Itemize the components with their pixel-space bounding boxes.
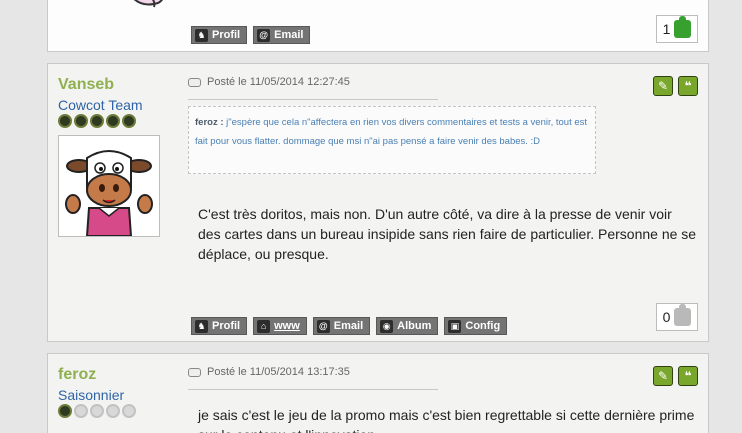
cow-rating: [58, 404, 136, 418]
album-button[interactable]: ◉ Album: [376, 317, 439, 335]
avatar[interactable]: [58, 135, 160, 237]
rating-cow-icon: [58, 404, 72, 418]
rating-cow-icon: [74, 404, 88, 418]
author-rank: Cowcot Team: [58, 97, 143, 113]
post-body: je sais c'est le jeu de la promo mais c'…: [198, 407, 695, 433]
divider: [188, 389, 438, 390]
post-body: C'est très doritos, mais non. D'un autre…: [198, 206, 697, 262]
post-date: Posté le 11/05/2014 12:27:45: [207, 76, 350, 88]
cow-rating: [58, 114, 136, 128]
cow-icon: ♞: [195, 28, 208, 42]
author-name[interactable]: feroz: [58, 366, 96, 384]
edit-button[interactable]: ✎: [653, 76, 673, 96]
like-count: 1: [662, 21, 671, 37]
cow-icon: ♞: [195, 319, 208, 333]
cow-avatar: [65, 150, 153, 236]
email-button[interactable]: @ Email: [312, 317, 371, 335]
config-icon: ▣: [448, 319, 462, 333]
at-icon: @: [316, 319, 330, 333]
author-name[interactable]: Vanseb: [58, 76, 114, 94]
author-rank: Saisonnier: [58, 387, 125, 403]
rating-cow-icon: [122, 404, 136, 418]
post-actions: ✎ ❝: [653, 366, 698, 386]
like-button[interactable]: 0: [656, 303, 698, 331]
quote-button[interactable]: ❝: [678, 366, 698, 386]
speech-bubble-icon: ❝: [684, 79, 692, 93]
post-vanseb: Vanseb Cowcot Team Posté le 11/05/2014 1…: [47, 63, 709, 342]
like-count: 0: [662, 309, 671, 325]
rating-cow-icon: [122, 114, 136, 128]
divider: [188, 99, 438, 100]
rating-cow-icon: [90, 114, 104, 128]
website-label: www: [274, 320, 300, 332]
post-date: Posté le 11/05/2014 13:17:35: [207, 366, 350, 378]
rating-cow-icon: [106, 114, 120, 128]
permalink-icon[interactable]: [188, 367, 201, 377]
email-label: Email: [274, 29, 304, 41]
rating-cow-icon: [90, 404, 104, 418]
album-label: Album: [397, 320, 432, 332]
like-button[interactable]: 1: [656, 15, 698, 43]
rating-cow-icon: [74, 114, 88, 128]
permalink-icon[interactable]: [188, 77, 201, 87]
post-feroz: feroz Saisonnier Posté le 11/05/2014 13:…: [47, 353, 709, 433]
home-icon: ⌂: [257, 319, 271, 333]
quote-text: j"espère que cela n"affectera en rien vo…: [195, 117, 588, 147]
post-meta: Posté le 11/05/2014 12:27:45: [188, 76, 350, 88]
quote-button[interactable]: ❝: [678, 76, 698, 96]
camera-icon: ◉: [380, 319, 394, 333]
edit-button[interactable]: ✎: [653, 366, 673, 386]
post-actions: ✎ ❝: [653, 76, 698, 96]
thumbs-up-icon: [674, 304, 692, 326]
pencil-icon: ✎: [657, 369, 669, 383]
email-button[interactable]: @ Email: [253, 26, 311, 44]
quote-block: feroz : j"espère que cela n"affectera en…: [188, 106, 596, 174]
thumbs-up-icon: [674, 16, 692, 38]
rating-cow-icon: [106, 404, 120, 418]
page-margin: [718, 0, 742, 433]
avatar: [108, 0, 168, 11]
email-label: Email: [333, 320, 364, 332]
website-button[interactable]: ⌂ www: [253, 317, 307, 335]
profile-button[interactable]: ♞ Profil: [191, 26, 248, 44]
rating-cow-icon: [58, 114, 72, 128]
quote-author: feroz :: [195, 117, 224, 128]
config-button[interactable]: ▣ Config: [444, 317, 508, 335]
at-icon: @: [257, 28, 271, 42]
cow-avatar-partial: [133, 0, 163, 8]
pencil-icon: ✎: [657, 79, 669, 93]
profile-label: Profil: [212, 29, 241, 41]
post-toolbar: ♞ Profil ⌂ www @ Email ◉ Album ▣ Config: [191, 317, 508, 335]
profile-button[interactable]: ♞ Profil: [191, 317, 248, 335]
speech-bubble-icon: ❝: [684, 369, 692, 383]
post-toolbar: ♞ Profil @ Email: [191, 26, 311, 44]
config-label: Config: [465, 320, 501, 332]
post-previous: ♞ Profil @ Email 1: [47, 0, 709, 52]
post-meta: Posté le 11/05/2014 13:17:35: [188, 366, 350, 378]
profile-label: Profil: [212, 320, 241, 332]
